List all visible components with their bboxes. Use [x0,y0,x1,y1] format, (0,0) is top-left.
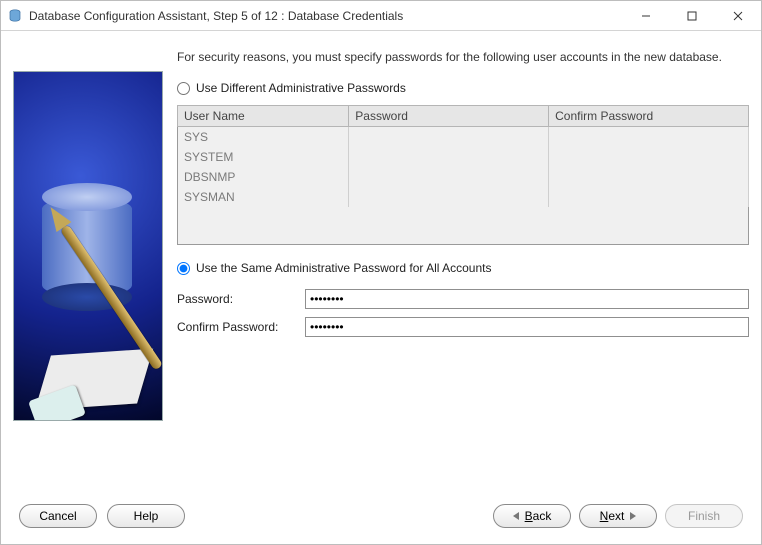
cell-username: SYSTEM [178,147,349,167]
chevron-right-icon [630,512,636,520]
minimize-button[interactable] [623,1,669,30]
col-password: Password [349,106,549,127]
titlebar: Database Configuration Assistant, Step 5… [1,1,761,31]
app-icon [7,8,23,24]
radio-same-input[interactable] [177,262,190,275]
col-username: User Name [178,106,349,127]
cell-username: SYS [178,127,349,148]
table-row: SYS [178,127,749,148]
cell-confirm [549,127,749,148]
cell-confirm [549,147,749,167]
cancel-button[interactable]: Cancel [19,504,97,528]
help-button[interactable]: Help [107,504,185,528]
cell-password [349,167,549,187]
cell-username: DBSNMP [178,167,349,187]
confirm-password-input[interactable] [305,317,749,337]
cell-confirm [549,187,749,207]
footer: Cancel Help Back Next Finish [13,496,749,536]
radio-different-passwords[interactable]: Use Different Administrative Passwords [177,81,749,95]
close-button[interactable] [715,1,761,30]
cell-password [349,127,549,148]
password-label: Password: [177,292,297,306]
finish-button: Finish [665,504,743,528]
table-row: SYSMAN [178,187,749,207]
table-row: SYSTEM [178,147,749,167]
main-row: For security reasons, you must specify p… [13,41,749,496]
radio-same-label: Use the Same Administrative Password for… [196,261,491,275]
cell-password [349,187,549,207]
maximize-button[interactable] [669,1,715,30]
table-row: DBSNMP [178,167,749,187]
window: Database Configuration Assistant, Step 5… [0,0,762,545]
back-button-label: Back [525,509,552,523]
col-confirm: Confirm Password [549,106,749,127]
window-controls [623,1,761,30]
radio-different-label: Use Different Administrative Passwords [196,81,406,95]
chevron-left-icon [513,512,519,520]
intro-text: For security reasons, you must specify p… [177,49,749,65]
back-button[interactable]: Back [493,504,571,528]
radio-same-password[interactable]: Use the Same Administrative Password for… [177,261,749,275]
password-fields: Password: Confirm Password: [177,289,749,337]
cell-password [349,147,549,167]
next-button-label: Next [600,509,625,523]
cell-confirm [549,167,749,187]
window-title: Database Configuration Assistant, Step 5… [29,9,623,23]
wizard-illustration [13,71,163,421]
next-button[interactable]: Next [579,504,657,528]
password-input[interactable] [305,289,749,309]
cell-username: SYSMAN [178,187,349,207]
content: For security reasons, you must specify p… [1,31,761,544]
radio-different-input[interactable] [177,82,190,95]
confirm-password-label: Confirm Password: [177,320,297,334]
credentials-table: User Name Password Confirm Password SYS [177,105,749,245]
right-pane: For security reasons, you must specify p… [177,41,749,496]
